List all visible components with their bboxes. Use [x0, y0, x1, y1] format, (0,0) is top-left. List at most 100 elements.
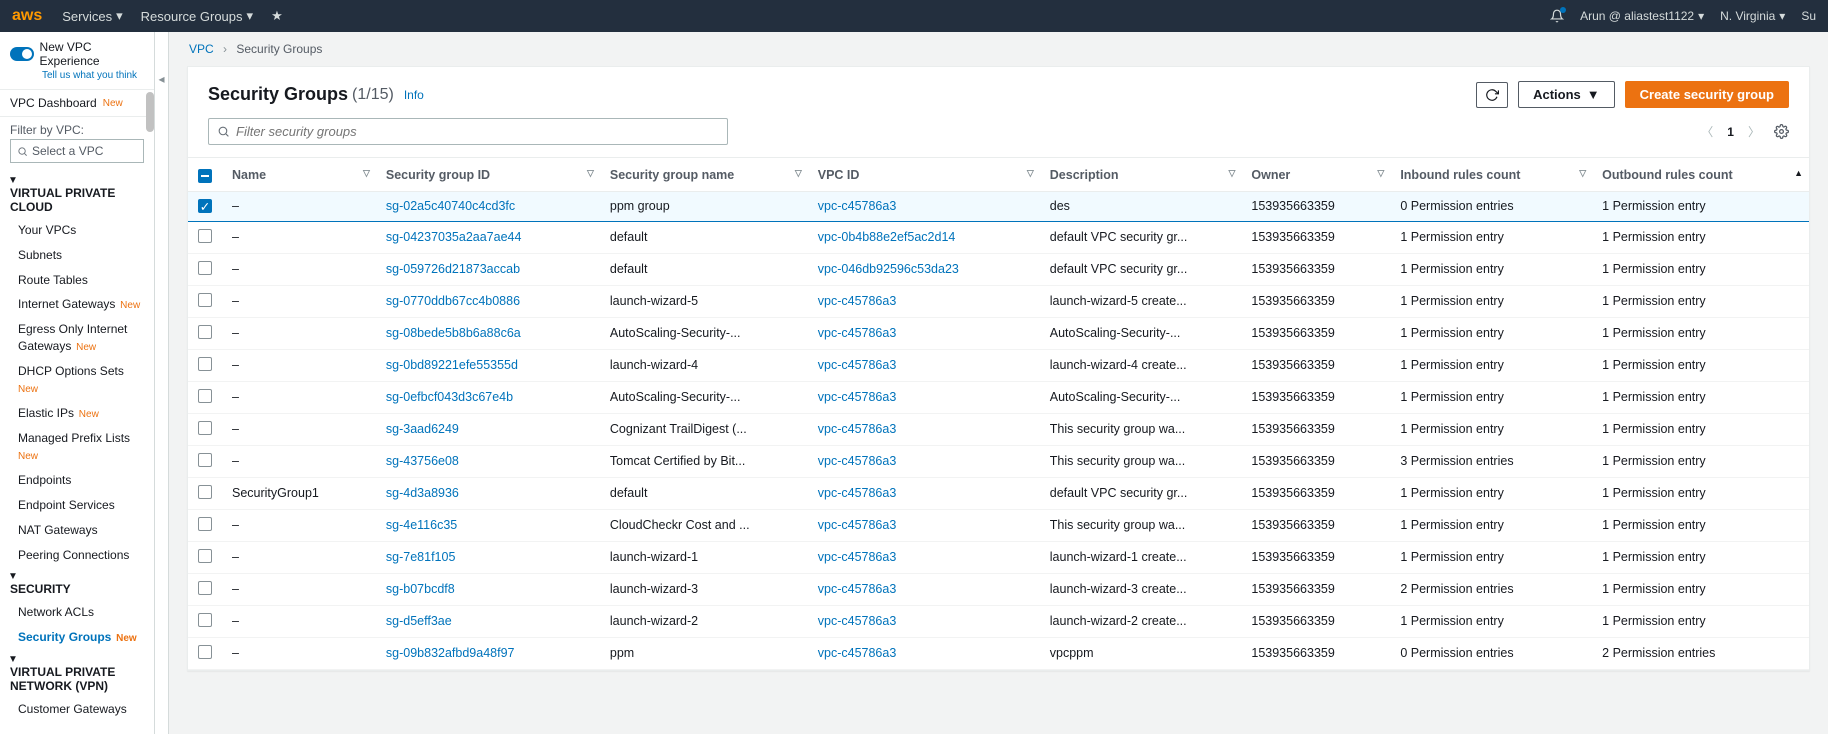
row-checkbox[interactable] [198, 645, 212, 659]
breadcrumb-root[interactable]: VPC [189, 42, 214, 56]
table-row[interactable]: –sg-3aad6249Cognizant TrailDigest (...vp… [188, 413, 1809, 445]
filter-input-wrapper[interactable] [208, 118, 728, 145]
sgid-link[interactable]: sg-02a5c40740c4cd3fc [386, 199, 515, 213]
sidebar-item-endpoints[interactable]: Endpoints [0, 468, 154, 493]
sidebar-collapse-handle[interactable]: ◂ [155, 32, 169, 734]
table-row[interactable]: –sg-09b832afbd9a48f97ppmvpc-c45786a3vpcp… [188, 637, 1809, 669]
sidebar-item-dhcp-options-sets[interactable]: DHCP Options Sets New [0, 359, 154, 401]
section-caret-security[interactable]: ▼ [0, 567, 154, 582]
table-row[interactable]: –sg-059726d21873accabdefaultvpc-046db925… [188, 253, 1809, 285]
col-owner[interactable]: Owner▽ [1241, 158, 1390, 192]
sgid-link[interactable]: sg-059726d21873accab [386, 262, 520, 276]
actions-button[interactable]: Actions ▼ [1518, 81, 1615, 108]
row-checkbox[interactable] [198, 229, 212, 243]
sort-icon[interactable]: ▽ [795, 168, 802, 179]
notifications-button[interactable] [1550, 9, 1564, 23]
sort-icon[interactable]: ▲ [1794, 168, 1803, 178]
table-row[interactable]: –sg-43756e08Tomcat Certified by Bit...vp… [188, 445, 1809, 477]
col-sgid[interactable]: Security group ID▽ [376, 158, 600, 192]
table-row[interactable]: –sg-d5eff3aelaunch-wizard-2vpc-c45786a3l… [188, 605, 1809, 637]
vpc-link[interactable]: vpc-c45786a3 [818, 582, 897, 596]
row-checkbox[interactable] [198, 581, 212, 595]
sidebar-item-peering-connections[interactable]: Peering Connections [0, 543, 154, 568]
row-checkbox[interactable] [198, 293, 212, 307]
vpc-link[interactable]: vpc-c45786a3 [818, 294, 897, 308]
settings-button[interactable] [1774, 124, 1789, 139]
vpc-filter-select[interactable]: Select a VPC [10, 139, 144, 163]
row-checkbox[interactable] [198, 261, 212, 275]
sgid-link[interactable]: sg-4e116c35 [386, 518, 457, 532]
vpc-link[interactable]: vpc-c45786a3 [818, 646, 897, 660]
info-link[interactable]: Info [404, 88, 424, 102]
prev-page-button[interactable]: 〈 [1697, 121, 1717, 142]
sort-icon[interactable]: ▽ [1377, 168, 1384, 179]
nav-resource-groups[interactable]: Resource Groups ▾ [141, 8, 253, 24]
sidebar-item-elastic-ips[interactable]: Elastic IPs New [0, 401, 154, 426]
row-checkbox[interactable] [198, 613, 212, 627]
sgid-link[interactable]: sg-3aad6249 [386, 422, 459, 436]
feedback-link[interactable]: Tell us what you think [42, 70, 144, 81]
vpc-link[interactable]: vpc-c45786a3 [818, 486, 897, 500]
sgid-link[interactable]: sg-4d3a8936 [386, 486, 459, 500]
sidebar-item-managed-prefix-lists[interactable]: Managed Prefix Lists New [0, 426, 154, 468]
nav-pin[interactable]: ★ [271, 8, 283, 24]
section-caret-vpc[interactable]: ▼ [0, 171, 154, 186]
table-row[interactable]: –sg-b07bcdf8launch-wizard-3vpc-c45786a3l… [188, 573, 1809, 605]
sort-icon[interactable]: ▽ [363, 168, 370, 179]
sidebar-item-customer-gateways[interactable]: Customer Gateways [0, 697, 154, 722]
sidebar-item-internet-gateways[interactable]: Internet Gateways New [0, 292, 154, 317]
sgid-link[interactable]: sg-0efbcf043d3c67e4b [386, 390, 513, 404]
vpc-link[interactable]: vpc-046db92596c53da23 [818, 262, 959, 276]
sort-icon[interactable]: ▽ [587, 168, 594, 179]
vpc-link[interactable]: vpc-c45786a3 [818, 199, 897, 213]
sgid-link[interactable]: sg-0bd89221efe55355d [386, 358, 518, 372]
table-row[interactable]: –sg-04237035a2aa7ae44defaultvpc-0b4b88e2… [188, 221, 1809, 253]
table-row[interactable]: –sg-0efbcf043d3c67e4bAutoScaling-Securit… [188, 381, 1809, 413]
create-security-group-button[interactable]: Create security group [1625, 81, 1789, 108]
table-row[interactable]: –sg-7e81f105launch-wizard-1vpc-c45786a3l… [188, 541, 1809, 573]
vpc-link[interactable]: vpc-c45786a3 [818, 326, 897, 340]
table-row[interactable]: –sg-0770ddb67cc4b0886launch-wizard-5vpc-… [188, 285, 1809, 317]
vpc-link[interactable]: vpc-0b4b88e2ef5ac2d14 [818, 230, 956, 244]
sgid-link[interactable]: sg-d5eff3ae [386, 614, 452, 628]
sort-icon[interactable]: ▽ [1228, 168, 1235, 179]
sort-icon[interactable]: ▽ [1579, 168, 1586, 179]
sidebar-item-route-tables[interactable]: Route Tables [0, 268, 154, 293]
region-menu[interactable]: N. Virginia ▾ [1720, 9, 1785, 23]
table-row[interactable]: –sg-08bede5b8b6a88c6aAutoScaling-Securit… [188, 317, 1809, 349]
sidebar-item-security-groups[interactable]: Security Groups New [0, 625, 154, 650]
col-vpcid[interactable]: VPC ID▽ [808, 158, 1040, 192]
filter-input[interactable] [236, 124, 719, 139]
vpc-dashboard-link[interactable]: VPC Dashboard New [0, 90, 154, 117]
table-row[interactable]: –sg-0bd89221efe55355dlaunch-wizard-4vpc-… [188, 349, 1809, 381]
select-all-header[interactable] [188, 158, 222, 192]
sidebar-item-network-acls[interactable]: Network ACLs [0, 600, 154, 625]
row-checkbox[interactable]: ✓ [198, 199, 212, 213]
account-menu[interactable]: Arun @ aliastest1122 ▾ [1580, 9, 1704, 23]
col-name[interactable]: Name▽ [222, 158, 376, 192]
row-checkbox[interactable] [198, 389, 212, 403]
vpc-link[interactable]: vpc-c45786a3 [818, 390, 897, 404]
table-row[interactable]: –sg-4e116c35CloudCheckr Cost and ...vpc-… [188, 509, 1809, 541]
row-checkbox[interactable] [198, 357, 212, 371]
new-experience-toggle[interactable] [10, 47, 34, 61]
sgid-link[interactable]: sg-04237035a2aa7ae44 [386, 230, 522, 244]
row-checkbox[interactable] [198, 517, 212, 531]
row-checkbox[interactable] [198, 453, 212, 467]
vpc-link[interactable]: vpc-c45786a3 [818, 422, 897, 436]
row-checkbox[interactable] [198, 421, 212, 435]
aws-logo[interactable]: aws [12, 7, 42, 25]
sidebar-item-subnets[interactable]: Subnets [0, 243, 154, 268]
nav-services[interactable]: Services ▾ [62, 8, 122, 24]
next-page-button[interactable]: 〉 [1744, 121, 1764, 142]
sgid-link[interactable]: sg-09b832afbd9a48f97 [386, 646, 515, 660]
sort-icon[interactable]: ▽ [1027, 168, 1034, 179]
row-checkbox[interactable] [198, 325, 212, 339]
col-sgname[interactable]: Security group name▽ [600, 158, 808, 192]
sidebar-scrollbar[interactable] [146, 92, 154, 132]
vpc-link[interactable]: vpc-c45786a3 [818, 454, 897, 468]
sidebar-item-nat-gateways[interactable]: NAT Gateways [0, 518, 154, 543]
sidebar-item-egress-only-internet-gateways[interactable]: Egress Only Internet Gateways New [0, 317, 154, 359]
sgid-link[interactable]: sg-43756e08 [386, 454, 459, 468]
support-menu[interactable]: Su [1801, 9, 1816, 23]
